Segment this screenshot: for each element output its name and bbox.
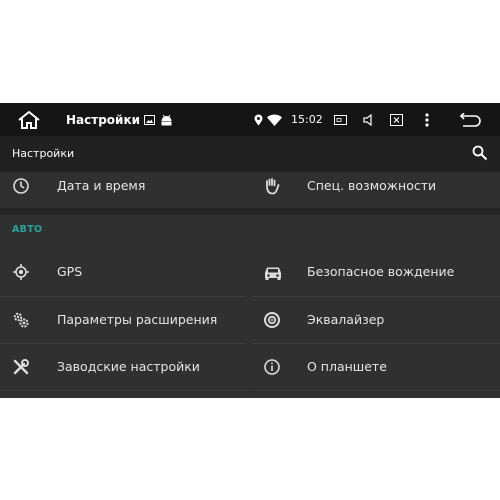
equalizer-icon — [263, 311, 281, 329]
cast-icon[interactable] — [333, 103, 347, 136]
settings-item-accessibility[interactable]: Спец. возможности — [251, 164, 500, 208]
clock-time: 15:02 — [291, 113, 323, 126]
home-icon — [18, 110, 40, 129]
wifi-icon — [266, 103, 282, 136]
row-divider — [253, 296, 500, 297]
settings-item-gps[interactable]: GPS — [0, 250, 248, 294]
volume-icon[interactable] — [362, 103, 374, 136]
row-divider — [0, 343, 247, 344]
car-icon — [263, 263, 281, 281]
more-options-icon[interactable] — [422, 103, 432, 136]
android-notification-icon — [159, 103, 173, 136]
status-bar: Настройки 15:02 — [0, 103, 500, 136]
section-title-auto: АВТО — [12, 224, 43, 235]
settings-icon — [12, 311, 30, 329]
close-screen-icon[interactable] — [389, 103, 403, 136]
settings-item-about-tablet[interactable]: О планшете — [251, 345, 500, 389]
search-icon — [472, 145, 488, 161]
row-divider — [253, 343, 500, 344]
settings-item-extension-params[interactable]: Параметры расширения — [0, 298, 248, 342]
tools-icon — [12, 358, 30, 376]
settings-item-date-time[interactable]: Дата и время — [0, 164, 248, 208]
settings-item-label: Безопасное вождение — [307, 264, 455, 279]
settings-item-label: О планшете — [307, 359, 387, 374]
info-icon — [263, 358, 281, 376]
back-button[interactable] — [458, 103, 484, 136]
section-divider — [0, 208, 500, 215]
settings-item-label: Спец. возможности — [307, 178, 437, 193]
settings-item-safe-driving[interactable]: Безопасное вождение — [251, 250, 500, 294]
location-icon — [253, 103, 263, 136]
settings-item-label: Дата и время — [57, 178, 146, 193]
settings-screen: Настройки 15:02 Настройки Дата и время С… — [0, 103, 500, 398]
settings-item-equalizer[interactable]: Эквалайзер — [251, 298, 500, 342]
settings-item-label: GPS — [57, 264, 83, 279]
row-divider — [253, 390, 500, 391]
settings-item-label: Заводские настройки — [57, 359, 200, 374]
status-bar-title: Настройки — [66, 112, 141, 127]
search-button[interactable] — [472, 145, 490, 163]
gps-icon — [12, 263, 30, 281]
image-notification-icon — [143, 103, 155, 136]
clock-icon — [12, 177, 30, 195]
row-divider — [0, 296, 247, 297]
home-button[interactable] — [14, 103, 44, 136]
settings-item-label: Параметры расширения — [57, 312, 218, 327]
row-divider — [0, 390, 247, 391]
hand-icon — [263, 177, 281, 195]
settings-item-factory-settings[interactable]: Заводские настройки — [0, 345, 248, 389]
settings-item-label: Эквалайзер — [307, 312, 385, 327]
back-arrow-icon — [459, 112, 481, 127]
